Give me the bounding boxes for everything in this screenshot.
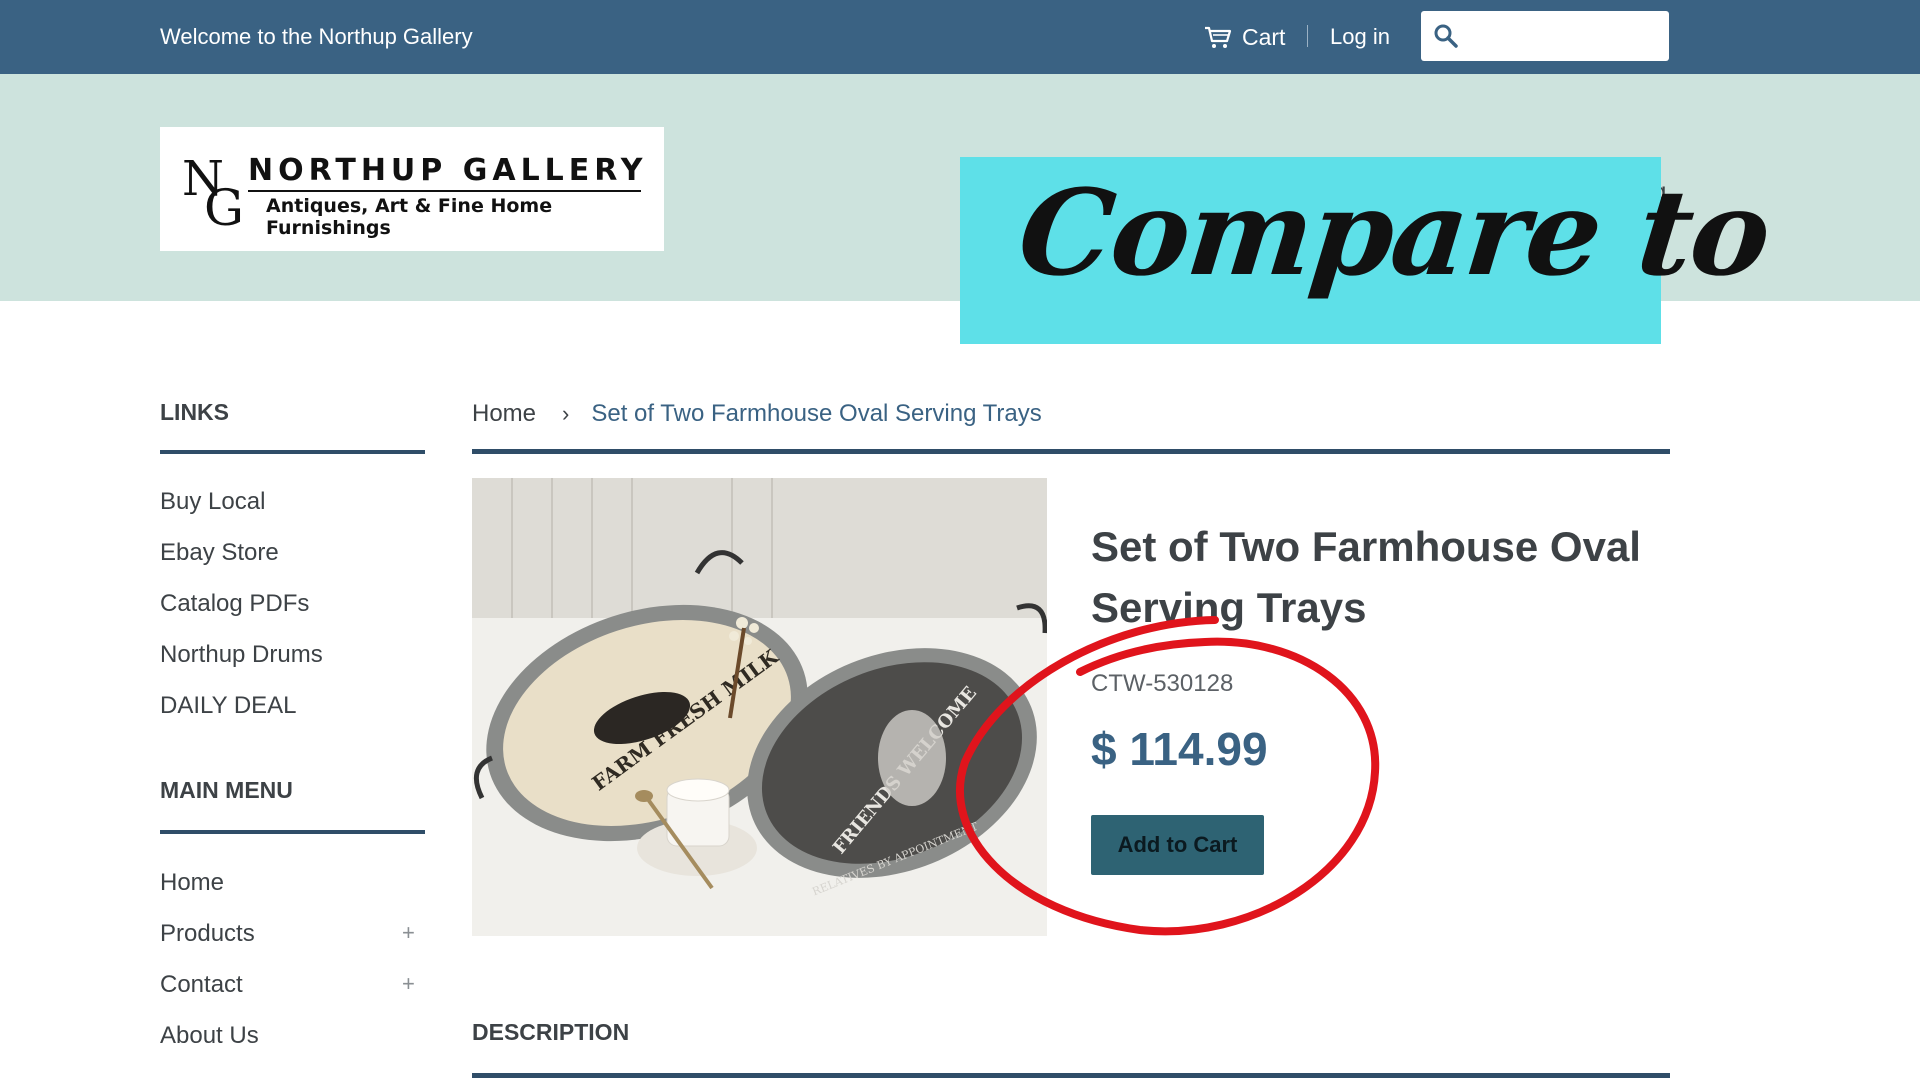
search-icon[interactable] xyxy=(1433,23,1459,49)
description-heading: DESCRIPTION xyxy=(472,1019,630,1045)
svg-text:G: G xyxy=(204,179,244,229)
search-box xyxy=(1421,11,1669,61)
cart-link[interactable]: Cart xyxy=(1204,24,1285,51)
menu-item-about-us[interactable]: About Us xyxy=(160,1022,259,1050)
sidebar-link-catalog-pdfs[interactable]: Catalog PDFs xyxy=(160,590,309,618)
logo-rule xyxy=(248,190,641,192)
product-image[interactable]: FARM FRESH MILK FRIENDS WELCOME RELATIVE… xyxy=(472,478,1047,936)
product-title: Set of Two Farmhouse Oval Serving Trays xyxy=(1091,523,1641,631)
search-input[interactable] xyxy=(1469,19,1663,55)
products-expand-icon[interactable]: + xyxy=(402,920,415,946)
description-rule xyxy=(472,1073,1670,1078)
main-menu-rule xyxy=(160,830,425,834)
menu-item-products[interactable]: Products xyxy=(160,920,255,948)
topbar-divider xyxy=(1307,25,1308,47)
breadcrumb-rule xyxy=(472,449,1670,454)
cart-label: Cart xyxy=(1242,24,1286,50)
login-link[interactable]: Log in xyxy=(1330,24,1390,50)
main-menu-heading: MAIN MENU xyxy=(160,777,293,803)
top-bar: Welcome to the Northup Gallery Cart Log … xyxy=(0,0,1920,74)
logo-subtitle: Antiques, Art & Fine Home Furnishings xyxy=(266,195,553,239)
links-heading: LINKS xyxy=(160,399,229,425)
product-photo: FARM FRESH MILK FRIENDS WELCOME RELATIVE… xyxy=(472,478,1047,936)
product-price: $ 114.99 xyxy=(1091,723,1268,775)
compare-to-text: Compare to xyxy=(1012,163,1776,302)
sidebar-link-northup-drums[interactable]: Northup Drums xyxy=(160,641,323,669)
breadcrumb-home[interactable]: Home xyxy=(472,400,536,428)
add-to-cart-button[interactable]: Add to Cart xyxy=(1091,815,1264,875)
logo-title: NORTHUP GALLERY xyxy=(248,153,648,188)
breadcrumb-current: Set of Two Farmhouse Oval Serving Trays xyxy=(591,400,1042,427)
menu-item-contact[interactable]: Contact xyxy=(160,971,243,999)
sidebar-link-daily-deal[interactable]: DAILY DEAL xyxy=(160,692,297,720)
store-logo[interactable]: N G NORTHUP GALLERY Antiques, Art & Fine… xyxy=(160,127,664,251)
welcome-message: Welcome to the Northup Gallery xyxy=(160,24,473,49)
breadcrumb: Home › Set of Two Farmhouse Oval Serving… xyxy=(472,400,1042,428)
links-rule xyxy=(160,450,425,454)
cart-icon xyxy=(1205,26,1232,48)
sidebar-link-buy-local[interactable]: Buy Local xyxy=(160,488,265,516)
compare-to-banner: Compare to xyxy=(960,157,1775,344)
sidebar-link-ebay-store[interactable]: Ebay Store xyxy=(160,539,279,567)
breadcrumb-separator: › xyxy=(562,401,570,426)
product-sku: CTW-530128 xyxy=(1091,670,1234,697)
contact-expand-icon[interactable]: + xyxy=(402,971,415,997)
logo-monogram: N G xyxy=(182,151,244,229)
menu-item-home[interactable]: Home xyxy=(160,869,224,897)
